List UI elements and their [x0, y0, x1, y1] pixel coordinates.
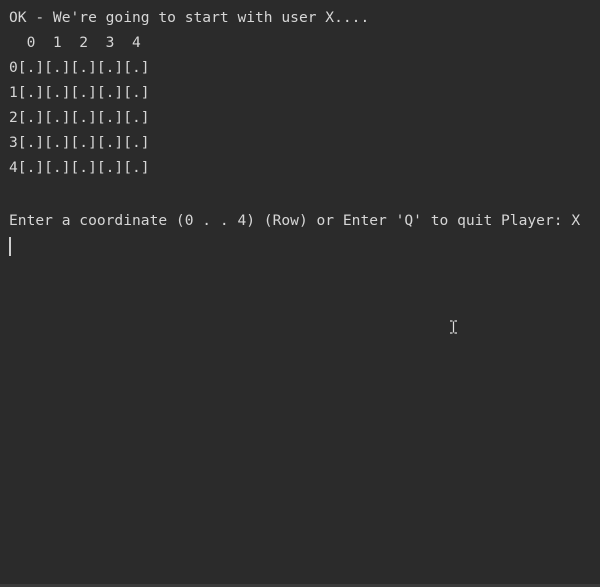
board-row-1: 1[.][.][.][.][.] — [9, 84, 150, 101]
board-row-2: 2[.][.][.][.][.] — [9, 109, 150, 126]
status-line: OK - We're going to start with user X...… — [9, 9, 370, 26]
i-beam-cursor-icon — [450, 320, 457, 334]
input-prompt: Enter a coordinate (0 . . 4) (Row) or En… — [9, 212, 581, 229]
console-output[interactable]: OK - We're going to start with user X...… — [0, 0, 600, 587]
board-column-header: 0 1 2 3 4 — [9, 34, 141, 51]
board-row-3: 3[.][.][.][.][.] — [9, 134, 150, 151]
text-cursor — [9, 237, 11, 256]
board-row-4: 4[.][.][.][.][.] — [9, 159, 150, 176]
board-row-0: 0[.][.][.][.][.] — [9, 59, 150, 76]
